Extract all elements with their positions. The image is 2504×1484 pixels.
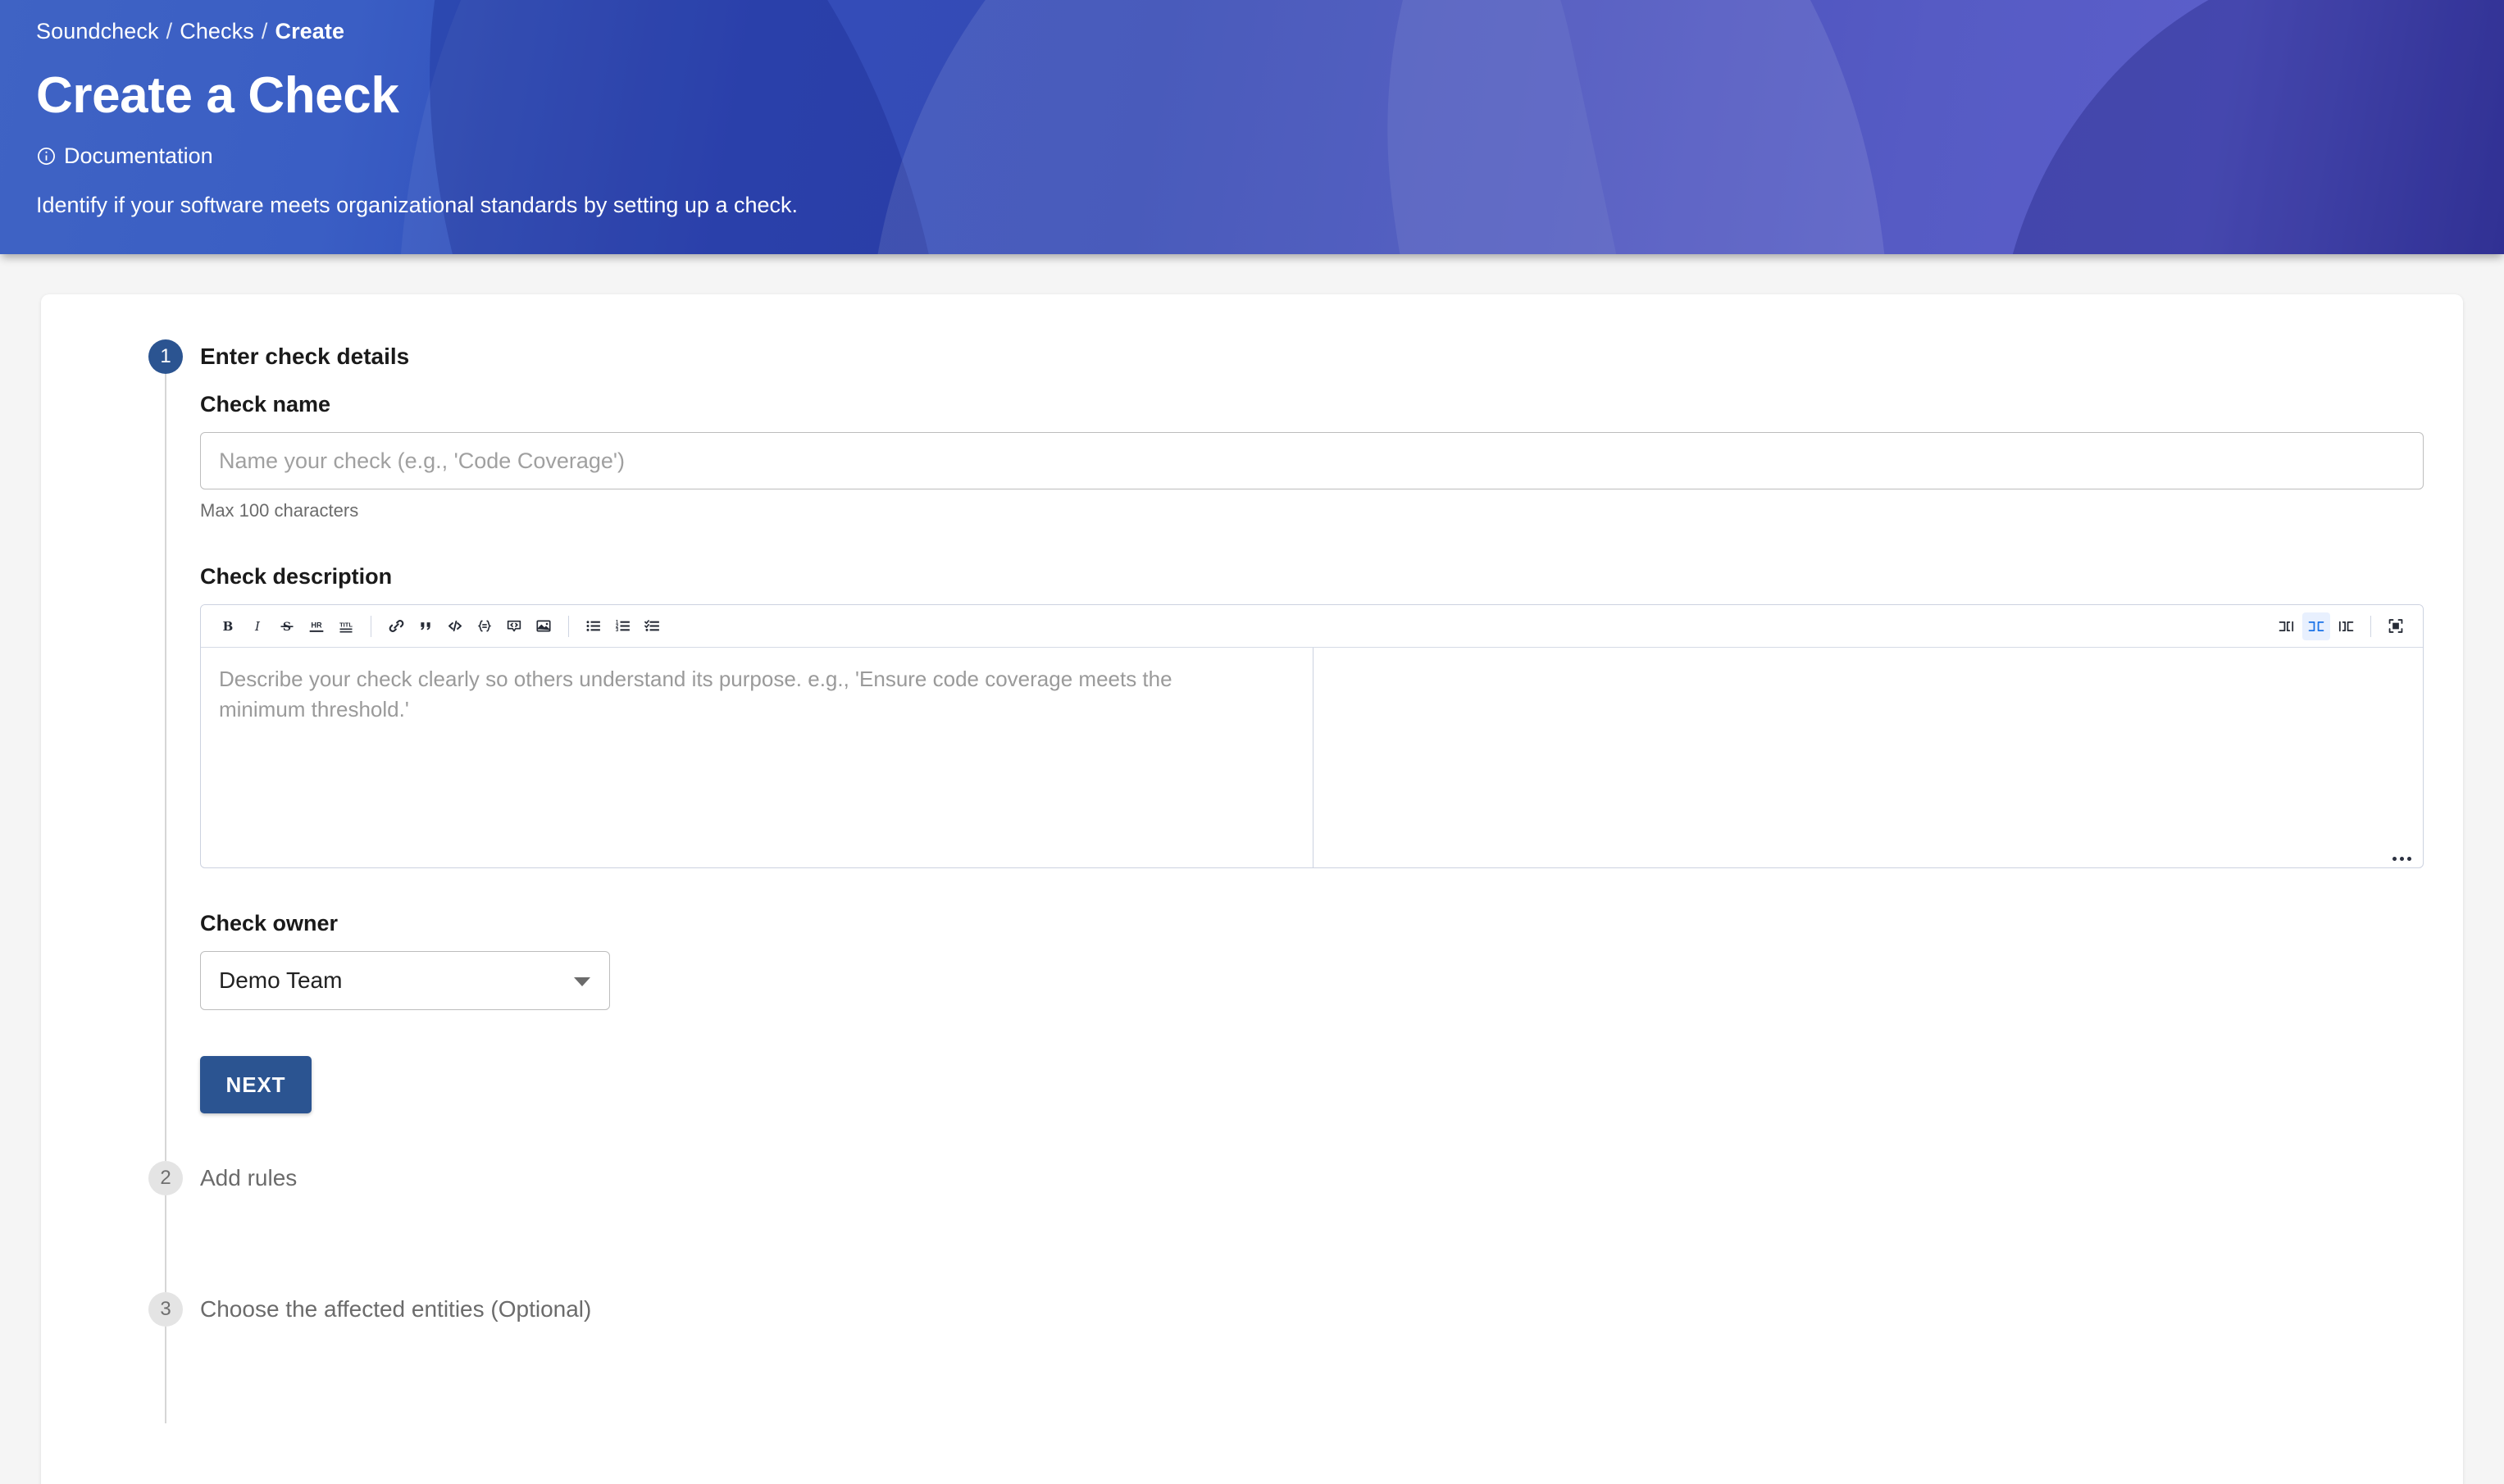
- page-subtitle: Identify if your software meets organiza…: [36, 193, 798, 218]
- code-icon[interactable]: [441, 612, 469, 640]
- step-3-title[interactable]: Choose the affected entities (Optional): [200, 1296, 591, 1322]
- check-owner-select-wrapper: Demo Team: [200, 951, 610, 1010]
- check-description-label: Check description: [200, 564, 393, 589]
- step-enter-check-details: 1 Enter check details Check name Max 100…: [41, 339, 2463, 1161]
- markdown-input-pane[interactable]: Describe your check clearly so others un…: [201, 648, 1313, 867]
- page-header-banner: Soundcheck / Checks / Create Create a Check …: [0, 0, 2504, 254]
- bold-icon[interactable]: B: [214, 612, 242, 640]
- embed-icon[interactable]: [500, 612, 528, 640]
- svg-text:TITL: TITL: [339, 621, 353, 628]
- breadcrumb-item-soundcheck[interactable]: Soundcheck: [36, 19, 159, 43]
- check-name-input[interactable]: [200, 432, 2424, 489]
- markdown-editor: B I S: [200, 604, 2424, 868]
- split-view-icon[interactable]: [2302, 612, 2330, 640]
- markdown-placeholder: Describe your check clearly so others un…: [219, 667, 1172, 722]
- markdown-body: Describe your check clearly so others un…: [201, 648, 2423, 867]
- documentation-link[interactable]: Documentation: [36, 143, 213, 169]
- editor-only-view-icon[interactable]: [2273, 612, 2301, 640]
- check-owner-select[interactable]: Demo Team: [200, 951, 610, 1010]
- step-1-number-badge: 1: [148, 339, 183, 374]
- image-icon[interactable]: [530, 612, 558, 640]
- step-2-number-badge: 2: [148, 1161, 183, 1195]
- toolbar-divider: [568, 615, 569, 637]
- step-3-connector-rail: [165, 1327, 166, 1423]
- preview-only-view-icon[interactable]: [2332, 612, 2360, 640]
- breadcrumb-item-checks[interactable]: Checks: [180, 19, 254, 43]
- numbered-list-icon[interactable]: 1 2 3: [609, 612, 637, 640]
- svg-text:HR: HR: [311, 621, 322, 629]
- step-add-rules: 2 Add rules: [41, 1161, 2463, 1292]
- step-1-content: Check name Max 100 characters Check desc…: [148, 374, 2463, 1113]
- toolbar-divider: [2370, 615, 2371, 637]
- svg-text:I: I: [254, 619, 261, 634]
- check-name-label: Check name: [200, 392, 331, 417]
- check-name-helper-text: Max 100 characters: [200, 500, 359, 521]
- step-choose-affected-entities: 3 Choose the affected entities (Optional…: [41, 1292, 2463, 1423]
- breadcrumb: Soundcheck / Checks / Create: [36, 18, 2504, 44]
- strikethrough-icon[interactable]: S: [273, 612, 301, 640]
- next-button[interactable]: NEXT: [200, 1056, 312, 1113]
- quote-icon[interactable]: [412, 612, 439, 640]
- step-3-spacer: [148, 1327, 2463, 1423]
- info-circle-icon: [36, 146, 57, 166]
- code-block-icon[interactable]: [471, 612, 499, 640]
- breadcrumb-separator: /: [261, 19, 268, 43]
- checklist-icon[interactable]: [639, 612, 667, 640]
- step-2-title[interactable]: Add rules: [200, 1165, 297, 1191]
- bulleted-list-icon[interactable]: [580, 612, 608, 640]
- page-body: 1 Enter check details Check name Max 100…: [0, 254, 2504, 1484]
- page-title: Create a Check: [36, 67, 399, 125]
- svg-text:3: 3: [616, 627, 619, 633]
- fullscreen-icon[interactable]: [2382, 612, 2410, 640]
- breadcrumb-separator: /: [166, 19, 173, 43]
- markdown-toolbar-right-group: [2273, 612, 2410, 640]
- horizontal-rule-icon[interactable]: HR: [303, 612, 330, 640]
- create-check-card: 1 Enter check details Check name Max 100…: [41, 294, 2463, 1484]
- title-icon[interactable]: TITL: [332, 612, 360, 640]
- step-1-title: Enter check details: [200, 344, 410, 369]
- create-check-stepper: 1 Enter check details Check name Max 100…: [41, 294, 2463, 1423]
- resize-handle-icon[interactable]: [2392, 857, 2411, 861]
- step-2-spacer: [148, 1195, 2463, 1292]
- breadcrumb-item-create: Create: [275, 19, 345, 43]
- documentation-link-label: Documentation: [64, 143, 213, 169]
- link-icon[interactable]: [382, 612, 410, 640]
- markdown-toolbar-left-group: B I S: [214, 612, 667, 640]
- svg-text:B: B: [223, 619, 234, 634]
- markdown-preview-pane[interactable]: [1313, 648, 2423, 867]
- step-1-connector-rail: [165, 374, 166, 1161]
- check-owner-label: Check owner: [200, 911, 339, 935]
- check-owner-selected-value: Demo Team: [219, 967, 343, 993]
- markdown-toolbar: B I S: [201, 605, 2423, 648]
- step-2-connector-rail: [165, 1195, 166, 1292]
- step-3-number-badge: 3: [148, 1292, 183, 1327]
- italic-icon[interactable]: I: [244, 612, 271, 640]
